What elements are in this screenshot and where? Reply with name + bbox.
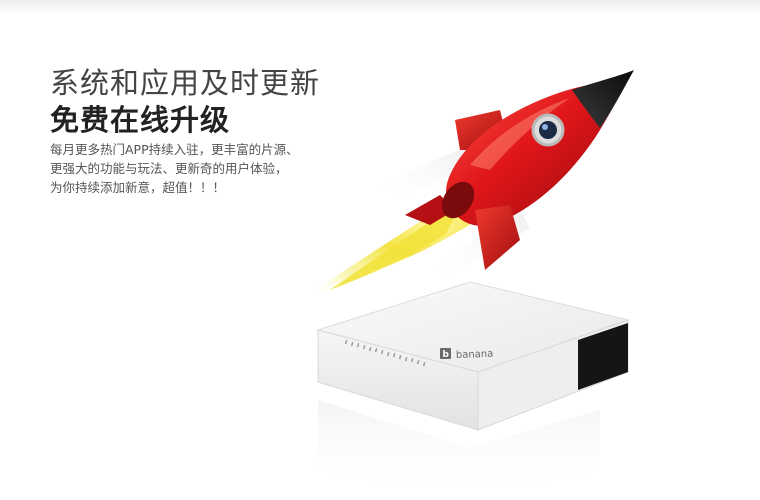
set-top-box: b banana [316,281,630,500]
brand-logo-mark: b [443,350,450,360]
product-illustration: b banana [300,70,634,500]
brand-name: banana [456,349,494,361]
